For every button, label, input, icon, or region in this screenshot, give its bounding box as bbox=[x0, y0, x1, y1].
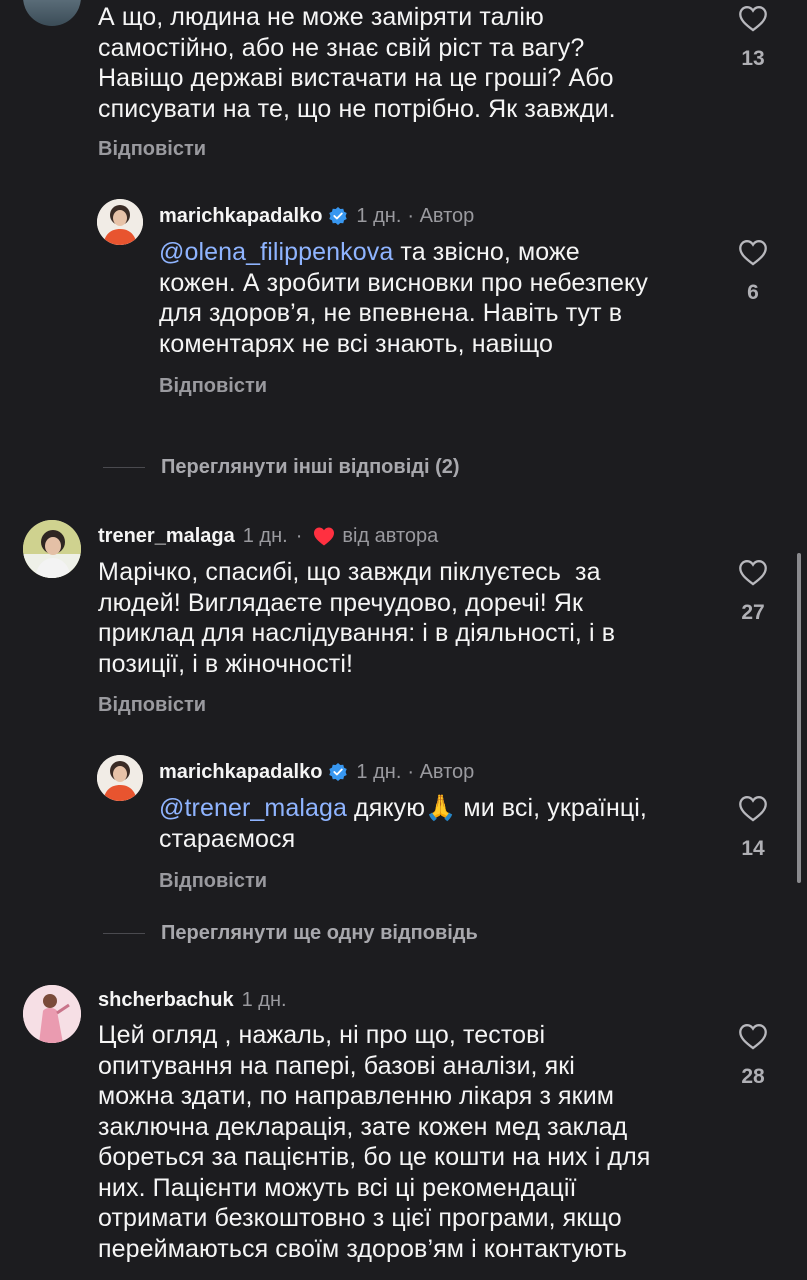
verified-badge-icon bbox=[328, 206, 348, 226]
comment-text: Цей огляд , нажаль, ні про що, тестові о… bbox=[98, 1021, 651, 1263]
avatar-image bbox=[97, 755, 143, 801]
reply-button[interactable]: Відповісти bbox=[98, 694, 206, 717]
avatar[interactable] bbox=[97, 755, 143, 801]
avatar[interactable] bbox=[23, 0, 81, 26]
liked-by-author-label: від автора bbox=[342, 525, 439, 547]
view-more-replies-label: Переглянути ще одну відповідь bbox=[161, 922, 478, 944]
avatar[interactable] bbox=[23, 520, 81, 578]
view-more-replies-label: Переглянути інші відповіді (2) bbox=[161, 456, 460, 478]
heart-icon[interactable] bbox=[737, 238, 769, 266]
mention-link[interactable]: @trener_malaga bbox=[159, 794, 347, 822]
like-button[interactable]: 27 bbox=[728, 558, 778, 625]
timestamp: 1 дн. bbox=[242, 525, 288, 547]
comment-text: @olena_filippenkova та звісно, може коже… bbox=[159, 238, 648, 358]
comment-text: А що, людина не може заміряти талію само… bbox=[98, 3, 616, 123]
like-count: 28 bbox=[741, 1065, 765, 1088]
reply-button[interactable]: Відповісти bbox=[98, 138, 206, 161]
reply-button[interactable]: Відповісти bbox=[159, 375, 267, 398]
heart-icon[interactable] bbox=[737, 558, 769, 586]
like-count: 13 bbox=[741, 47, 765, 70]
avatar[interactable] bbox=[23, 985, 81, 1043]
avatar-image bbox=[23, 985, 81, 1043]
timestamp: 1 дн. bbox=[356, 205, 402, 227]
author-label: · Автор bbox=[407, 761, 475, 783]
divider bbox=[103, 933, 145, 934]
view-more-replies-button[interactable]: Переглянути інші відповіді (2) bbox=[103, 456, 460, 479]
comment-text: @trener_malaga дякую🙏 ми всі, українці, … bbox=[159, 794, 647, 853]
like-count: 27 bbox=[741, 601, 765, 624]
heart-icon[interactable] bbox=[737, 4, 769, 32]
avatar-image bbox=[23, 520, 81, 578]
timestamp: 1 дн. bbox=[241, 989, 287, 1011]
praying-hands-emoji-icon: 🙏 bbox=[425, 794, 457, 822]
like-button[interactable]: 28 bbox=[728, 1022, 778, 1089]
username[interactable]: trener_malaga bbox=[98, 524, 235, 548]
username[interactable]: marichkapadalko bbox=[159, 204, 322, 228]
verified-badge-icon bbox=[328, 762, 348, 782]
reply-button[interactable]: Відповісти bbox=[159, 870, 267, 893]
heart-icon[interactable] bbox=[737, 1022, 769, 1050]
username[interactable]: shcherbachuk bbox=[98, 988, 234, 1012]
comment-text: Марічко, спасибі, що завжди піклуєтесь з… bbox=[98, 558, 616, 678]
author-label: · Автор bbox=[407, 205, 475, 227]
like-count: 14 bbox=[741, 837, 765, 860]
avatar-image bbox=[97, 199, 143, 245]
username[interactable]: marichkapadalko bbox=[159, 760, 322, 784]
mention-link[interactable]: @olena_filippenkova bbox=[159, 238, 393, 266]
avatar[interactable] bbox=[97, 199, 143, 245]
scrollbar[interactable] bbox=[797, 553, 801, 883]
like-button[interactable]: 14 bbox=[728, 794, 778, 861]
heart-icon[interactable] bbox=[737, 794, 769, 822]
view-more-replies-button[interactable]: Переглянути ще одну відповідь bbox=[103, 922, 478, 945]
like-button[interactable]: 6 bbox=[728, 238, 778, 305]
divider bbox=[103, 467, 145, 468]
liked-by-author-heart-icon bbox=[312, 525, 336, 547]
comment-meta: shcherbachuk 1 дн. bbox=[98, 988, 287, 1012]
comment-meta: marichkapadalko 1 дн. · Автор bbox=[159, 204, 474, 228]
like-count: 6 bbox=[747, 281, 759, 304]
timestamp: 1 дн. bbox=[356, 761, 402, 783]
comment-meta: marichkapadalko 1 дн. · Автор bbox=[159, 760, 474, 784]
comment-meta: trener_malaga 1 дн. · від автора bbox=[98, 524, 439, 548]
like-button[interactable]: 13 bbox=[728, 4, 778, 71]
